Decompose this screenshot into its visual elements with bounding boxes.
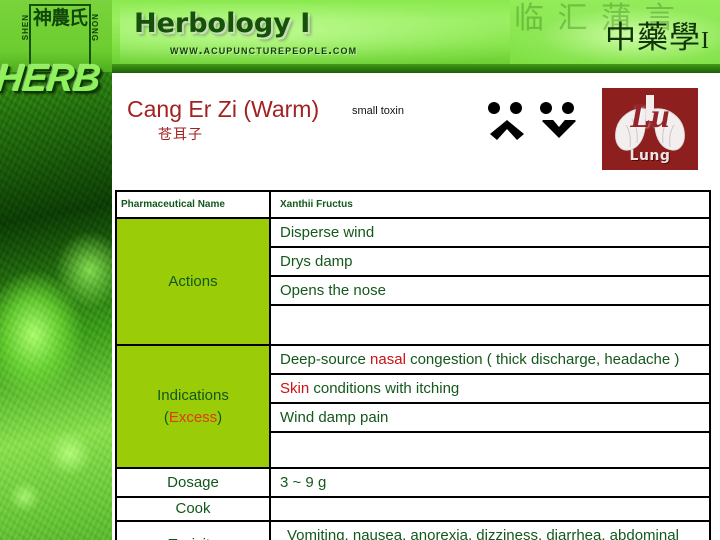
banner-chinese-title-roman: I — [701, 28, 710, 54]
table-row: Indications (Excess) Deep-source nasal c… — [115, 344, 711, 469]
banner-chinese-title-text: 中藥學 — [605, 20, 701, 56]
row-label-cook: Cook — [115, 496, 271, 522]
banner-underbar — [112, 64, 720, 73]
row-value-cook — [269, 496, 711, 522]
indication-2-seg-2: conditions with itching — [309, 380, 460, 397]
page-title-chinese: 苍耳子 — [158, 127, 203, 143]
glyph-dot-left — [540, 102, 552, 114]
row-label-dosage: Dosage — [115, 467, 271, 498]
banner-website-url: www.acupuncturepeople.com — [170, 42, 358, 57]
header-banner: 临 汇 蒲 言 中藥學I Herbology I www.acupuncture… — [112, 0, 720, 72]
lung-badge-script: Lu — [630, 98, 670, 135]
indication-1-seg-2: nasal — [370, 351, 406, 368]
glyph-dot-right — [510, 102, 522, 114]
lung-organ-badge: Lu Lung — [602, 88, 698, 170]
row-label-actions: Actions — [115, 217, 271, 346]
row-label-indications-line2: (Excess) — [163, 408, 223, 426]
slide-root: 神農氏 SHEN NONG HERB 临 汇 蒲 言 中藥學I Herbolog… — [0, 0, 720, 540]
row-value-action-2: Drys damp — [269, 246, 711, 277]
glyph-dot-left — [488, 102, 500, 114]
row-value-toxicity: Vomiting, nausea, anorexia, dizziness, d… — [269, 520, 711, 540]
descending-face-glyph-icon — [538, 100, 582, 146]
glyph-dot-right — [562, 102, 574, 114]
row-value-indication-2: Skin conditions with itching — [269, 373, 711, 404]
row-label-indications: Indications (Excess) — [115, 344, 271, 469]
indication-2-seg-1: Skin — [280, 380, 310, 397]
row-value-indication-1: Deep-source nasal congestion ( thick dis… — [269, 344, 711, 375]
chevron-up-icon — [490, 120, 524, 140]
indication-1-seg-3: congestion ( thick discharge, headache ) — [405, 351, 680, 368]
row-label-toxicity: Toxicity — [115, 520, 271, 540]
row-label-indications-line1: Indications — [157, 386, 229, 404]
row-value-indication-3: Wind damp pain — [269, 402, 711, 433]
shen-nong-seal-right-text: NONG — [90, 14, 99, 42]
table-row: Actions Disperse wind — [115, 217, 711, 346]
table-row: Cook — [115, 496, 711, 522]
row-value-indication-blank — [269, 431, 711, 469]
sidebar-herb-image: 神農氏 SHEN NONG HERB — [0, 0, 112, 540]
row-label-indications-excess: Excess — [168, 408, 218, 426]
sidebar-herb-wordmark: HERB — [0, 58, 102, 100]
lung-badge-label: Lung — [629, 148, 671, 164]
ascending-face-glyph-icon — [486, 100, 530, 146]
row-label-pharmaceutical-name: Pharmaceutical Name — [115, 190, 271, 219]
row-value-action-3: Opens the nose — [269, 275, 711, 306]
row-value-action-1: Disperse wind — [269, 217, 711, 248]
herb-properties-table: Pharmaceutical Name Xanthii Fructus Acti… — [115, 190, 711, 540]
table-row: Dosage 3 ~ 9 g — [115, 467, 711, 498]
table-row: Pharmaceutical Name Xanthii Fructus — [115, 190, 711, 219]
indication-1-seg-1: Deep-source — [280, 351, 371, 368]
row-value-dosage: 3 ~ 9 g — [269, 467, 711, 498]
table-row: Toxicity Vomiting, nausea, anorexia, diz… — [115, 520, 711, 540]
row-value-action-blank — [269, 304, 711, 346]
row-value-pharmaceutical-name: Xanthii Fructus — [269, 190, 711, 219]
direction-glyph-pair — [486, 100, 582, 148]
banner-title: Herbology I — [134, 8, 311, 39]
toxicity-note: small toxin — [352, 105, 404, 117]
banner-chinese-title: 中藥學I — [605, 12, 710, 57]
shen-nong-seal-chinese: 神農氏 — [32, 7, 88, 29]
chevron-down-icon — [542, 120, 576, 138]
shen-nong-seal-left-text: SHEN — [21, 14, 30, 41]
page-title: Cang Er Zi (Warm) — [127, 96, 320, 122]
